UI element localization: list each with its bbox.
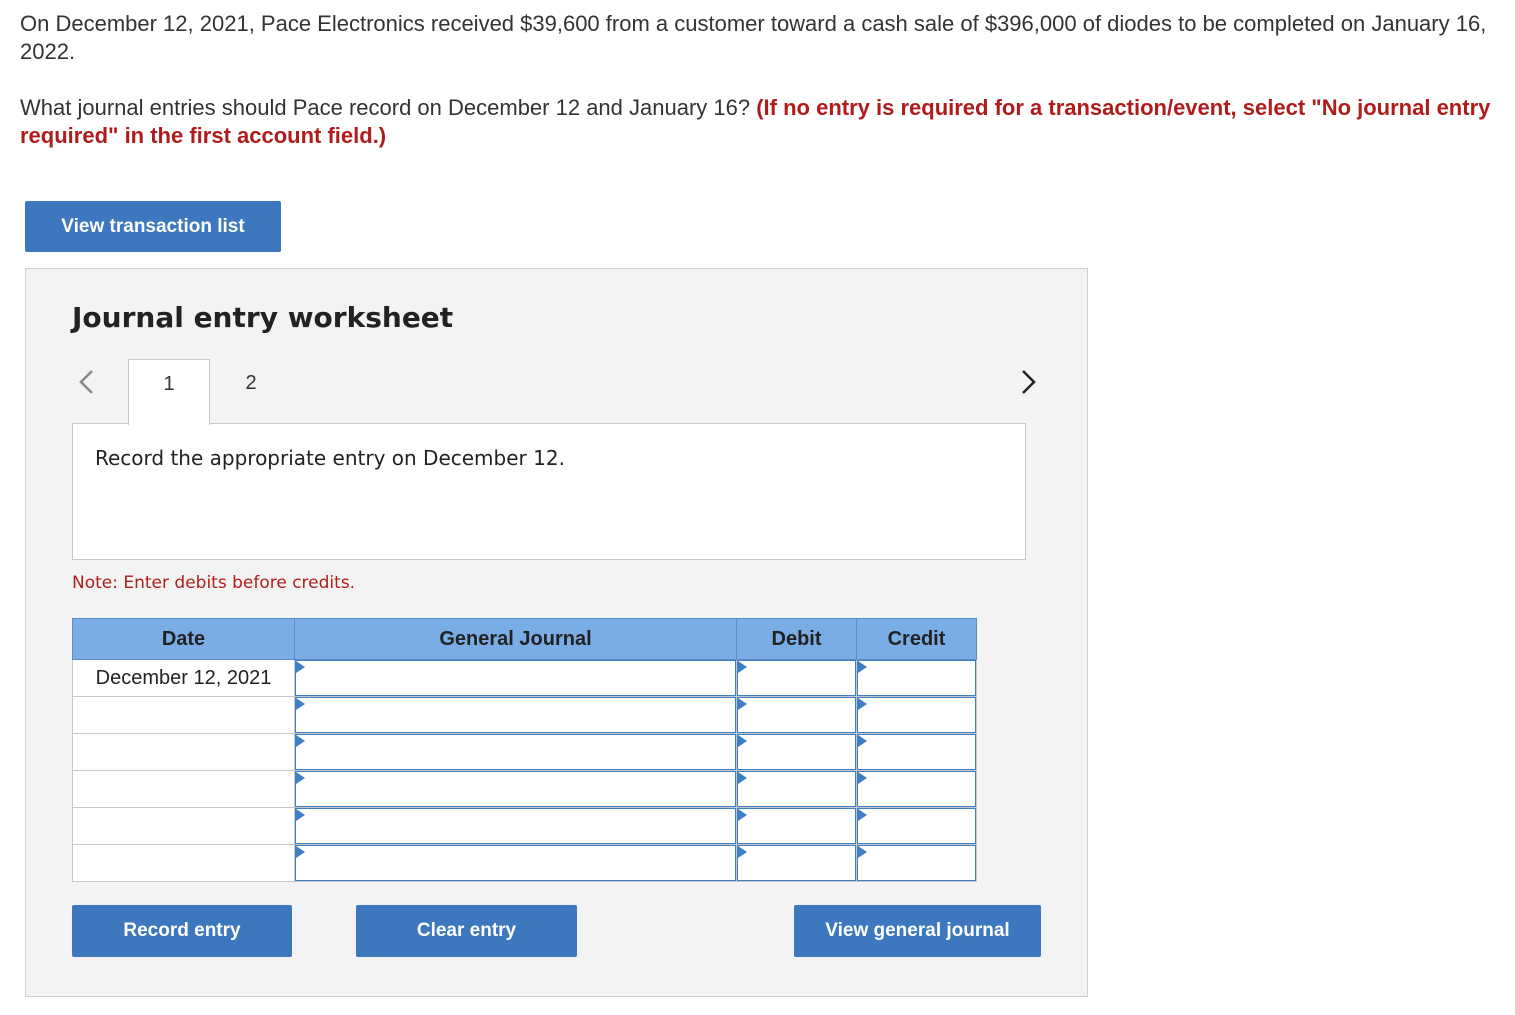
credit-input[interactable] [857,660,976,696]
chevron-left-icon[interactable] [72,367,102,397]
date-cell [72,770,295,808]
journal-table: Date General Journal Debit Credit Decemb… [72,618,977,882]
journal-entry-worksheet: Journal entry worksheet 1 2 Record the a… [25,268,1088,997]
credit-header: Credit [856,618,977,660]
table-row [72,770,977,808]
view-transaction-list-button[interactable]: View transaction list [25,201,281,252]
table-row [72,844,977,882]
journal-header-row: Date General Journal Debit Credit [72,618,977,660]
credit-input[interactable] [857,771,976,807]
account-input[interactable] [295,697,736,733]
date-header: Date [72,618,295,660]
instruction-box: Record the appropriate entry on December… [72,423,1026,560]
date-cell [72,733,295,771]
note-text: Note: Enter debits before credits. [72,573,356,593]
worksheet-title: Journal entry worksheet [72,301,454,334]
credit-input[interactable] [857,697,976,733]
debit-input[interactable] [737,660,856,696]
question-prompt-text: What journal entries should Pace record … [20,95,757,120]
question-block: On December 12, 2021, Pace Electronics r… [20,10,1500,178]
tab-1[interactable]: 1 [128,359,210,425]
debit-input[interactable] [737,771,856,807]
instruction-text: Record the appropriate entry on December… [95,446,565,470]
credit-input[interactable] [857,734,976,770]
table-row [72,733,977,771]
date-cell: December 12, 2021 [72,659,295,697]
table-row [72,807,977,845]
account-input[interactable] [295,660,736,696]
account-input[interactable] [295,808,736,844]
view-general-journal-button[interactable]: View general journal [794,905,1041,957]
table-row [72,696,977,734]
table-row: December 12, 2021 [72,659,977,697]
question-prompt: What journal entries should Pace record … [20,94,1500,150]
date-cell [72,844,295,882]
credit-input[interactable] [857,845,976,881]
date-cell [72,807,295,845]
account-input[interactable] [295,845,736,881]
question-text: On December 12, 2021, Pace Electronics r… [20,11,1487,64]
debit-input[interactable] [737,808,856,844]
credit-input[interactable] [857,808,976,844]
chevron-right-icon[interactable] [1013,367,1043,397]
date-cell [72,696,295,734]
clear-entry-button[interactable]: Clear entry [356,905,577,957]
account-input[interactable] [295,771,736,807]
debit-input[interactable] [737,697,856,733]
debit-input[interactable] [737,845,856,881]
debit-input[interactable] [737,734,856,770]
record-entry-button[interactable]: Record entry [72,905,292,957]
general-journal-header: General Journal [294,618,737,660]
debit-header: Debit [736,618,857,660]
account-input[interactable] [295,734,736,770]
tab-2[interactable]: 2 [210,359,292,424]
